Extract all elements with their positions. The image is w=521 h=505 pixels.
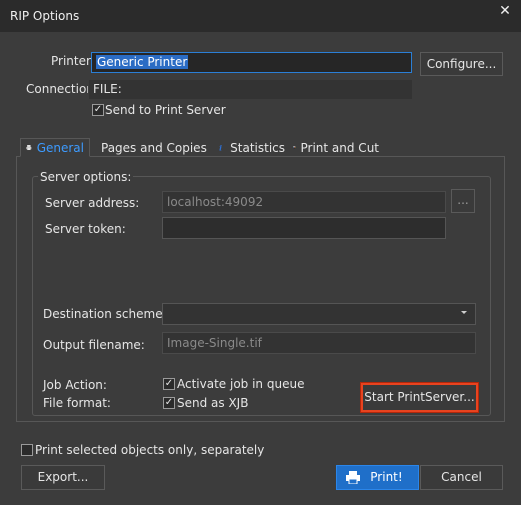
activate-job-label: Activate job in queue [177, 377, 305, 391]
printer-label: Printer: [51, 54, 95, 68]
server-options-title: Server options: [38, 170, 134, 184]
destination-scheme-select[interactable] [162, 303, 476, 325]
output-filename-label: Output filename: [43, 338, 145, 352]
send-as-xjb-label: Send as XJB [177, 396, 249, 410]
tab-pages-and-copies[interactable]: Pages and Copies [91, 138, 209, 157]
chevron-down-icon [461, 311, 467, 314]
cancel-button[interactable]: Cancel [420, 465, 503, 490]
printer-value: Generic Printer [96, 55, 189, 69]
job-action-label: Job Action: [43, 378, 107, 392]
print-selected-checkbox[interactable] [21, 444, 33, 456]
server-token-field[interactable] [162, 217, 446, 239]
export-button[interactable]: Export... [21, 465, 105, 490]
start-print-server-button[interactable]: Start PrintServer... [361, 383, 478, 412]
output-filename-field[interactable]: Image-Single.tif [162, 332, 476, 354]
tab-statistics-label: Statistics [230, 140, 285, 155]
server-address-browse-button[interactable]: ... [451, 189, 475, 213]
printer-icon [26, 145, 32, 151]
destination-scheme-label: Destination scheme: [43, 307, 167, 321]
print-button[interactable]: Print! [336, 465, 419, 490]
printer-field[interactable]: Generic Printer [91, 52, 412, 73]
tab-print-and-cut[interactable]: Print and Cut [288, 138, 384, 157]
file-format-label: File format: [43, 396, 111, 410]
send-to-print-server-label: Send to Print Server [105, 103, 226, 117]
connection-field: FILE: [88, 79, 413, 100]
send-to-print-server-checkbox[interactable]: ✓ [92, 104, 104, 116]
tab-general-label: General [36, 140, 84, 155]
configure-button[interactable]: Configure... [420, 52, 503, 76]
close-icon[interactable]: ✕ [497, 3, 513, 19]
svg-text:i: i [219, 143, 222, 152]
print-selected-label: Print selected objects only, separately [35, 443, 265, 457]
printer-icon [346, 471, 360, 484]
tab-pages-and-copies-label: Pages and Copies [101, 140, 207, 155]
tab-statistics[interactable]: i Statistics [212, 138, 290, 157]
window-title: RIP Options [10, 9, 80, 23]
info-icon: i [219, 143, 222, 152]
tab-general[interactable]: General [20, 138, 90, 157]
print-cut-icon [293, 146, 296, 149]
send-as-xjb-checkbox[interactable]: ✓ [163, 397, 175, 409]
tab-print-and-cut-label: Print and Cut [300, 140, 380, 155]
server-address-field[interactable]: localhost:49092 [162, 191, 446, 213]
server-address-label: Server address: [45, 196, 140, 210]
server-token-label: Server token: [45, 222, 126, 236]
activate-job-checkbox[interactable]: ✓ [163, 378, 175, 390]
